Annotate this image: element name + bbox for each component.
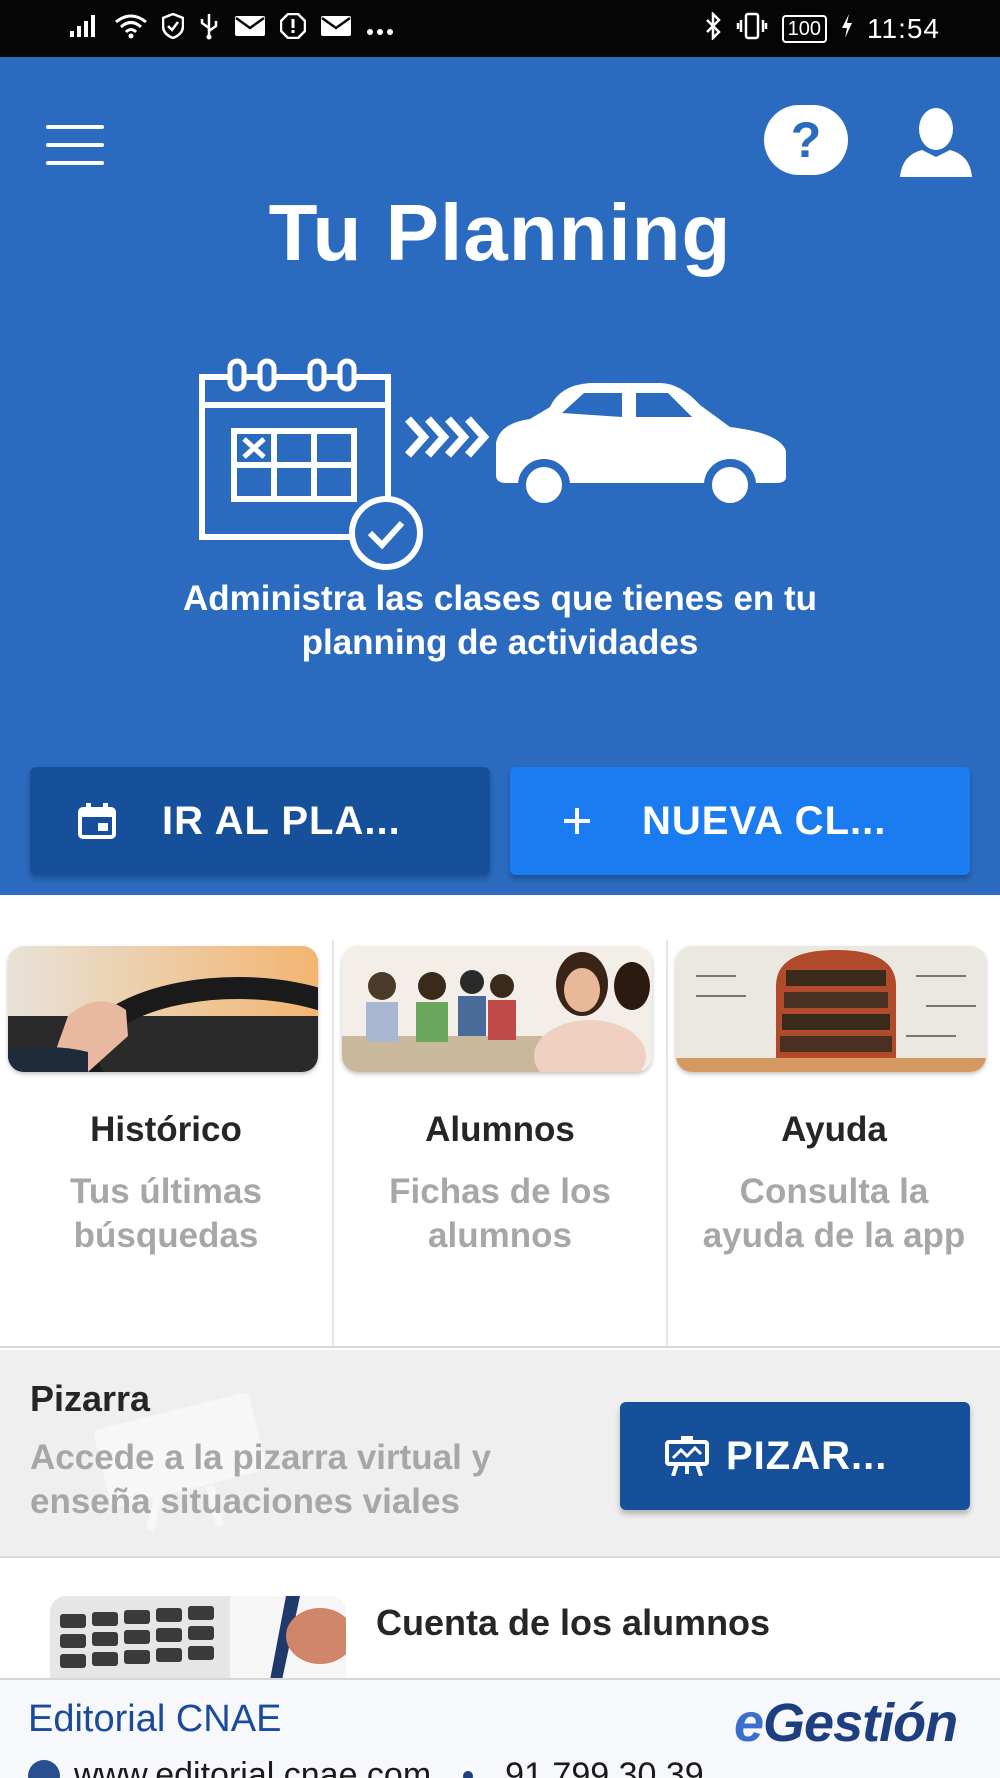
status-bar: 100 11:54 [0,0,1000,57]
usb-icon [198,12,220,45]
alert-icon [279,12,307,44]
footer-phone[interactable]: 91 799 30 39 [505,1756,704,1778]
menu-line [46,143,104,147]
card-title: Histórico [90,1110,242,1149]
pizarra-description: Accede a la pizarra virtual y enseña sit… [30,1438,492,1521]
user-profile-icon[interactable] [896,105,976,181]
new-class-button[interactable]: NUEVA CL... [510,767,970,875]
battery-indicator: 100 [781,14,827,43]
charging-icon [841,14,853,43]
logo-rest: Gestión [763,1693,958,1753]
feature-cards: Histórico Tus últimas búsquedas Alumnos … [0,940,1000,1348]
vibrate-icon [736,12,768,45]
card-title: Alumnos [425,1110,575,1149]
mail-icon [320,15,352,42]
signal-icon [70,15,100,42]
card-description: Fichas de los alumnos [389,1172,611,1255]
cuenta-title: Cuenta de los alumnos [376,1602,771,1643]
menu-line [46,125,104,129]
open-pizarra-label: PIZAR... [726,1433,888,1478]
footer-banner: Editorial CNAE eGestión www.editorial.cn… [0,1678,1000,1778]
planning-illustration [190,347,830,587]
logo-e: e [734,1693,764,1753]
pizarra-section: Pizarra Accede a la pizarra virtual y en… [0,1350,1000,1558]
status-time: 11:54 [867,12,940,44]
hamburger-menu-icon[interactable] [40,117,110,173]
menu-line [46,161,104,165]
globe-icon [28,1759,60,1778]
separator-dot [463,1770,474,1778]
planning-hero: ? Tu Planning Administra las clases que … [0,57,1000,895]
status-bar-left [70,12,394,45]
page-title: Tu Planning [268,188,732,277]
status-bar-right: 100 11:54 [704,10,940,45]
go-to-planning-label: IR AL PLA... [162,798,401,843]
calendar-to-car-icon [199,358,786,570]
pizarra-title: Pizarra [30,1378,151,1419]
footer-website[interactable]: www.editorial.cnae.com [74,1756,431,1778]
go-to-planning-button[interactable]: IR AL PLA... [30,767,490,875]
cuenta-alumnos-row[interactable]: Cuenta de los alumnos [0,1560,1000,1680]
more-icon [366,17,394,41]
card-alumnos[interactable]: Alumnos Fichas de los alumnos [334,940,668,1346]
hero-subtitle: Administra las clases que tienes en tu p… [182,579,818,662]
card-description: Tus últimas búsquedas [70,1172,262,1255]
steering-wheel-photo [8,946,318,1072]
footer-brand: Editorial CNAE [28,1698,282,1740]
footer-contact: www.editorial.cnae.com 91 799 30 39 [28,1756,704,1778]
shield-icon [161,12,185,44]
mail-icon [234,15,266,42]
egestion-logo: eGestión [734,1692,958,1754]
wifi-icon [114,13,148,44]
plus-icon [552,804,602,838]
open-pizarra-button[interactable]: PIZAR... [620,1402,970,1510]
new-class-label: NUEVA CL... [642,798,887,843]
calendar-icon [72,803,122,839]
bluetooth-icon [704,10,722,45]
help-icon[interactable]: ? [764,105,848,175]
app-screen: 100 11:54 ? Tu Planning Administra las c… [0,0,1000,1778]
card-ayuda[interactable]: Ayuda Consulta la ayuda de la app [668,940,1000,1346]
bookshelf-head-photo [676,946,986,1072]
calculator-photo [50,1596,346,1680]
presentation-board-icon [662,1436,712,1476]
students-photo [342,946,652,1072]
card-historico[interactable]: Histórico Tus últimas búsquedas [0,940,334,1346]
card-description: Consulta la ayuda de la app [702,1172,966,1255]
card-title: Ayuda [781,1110,887,1149]
